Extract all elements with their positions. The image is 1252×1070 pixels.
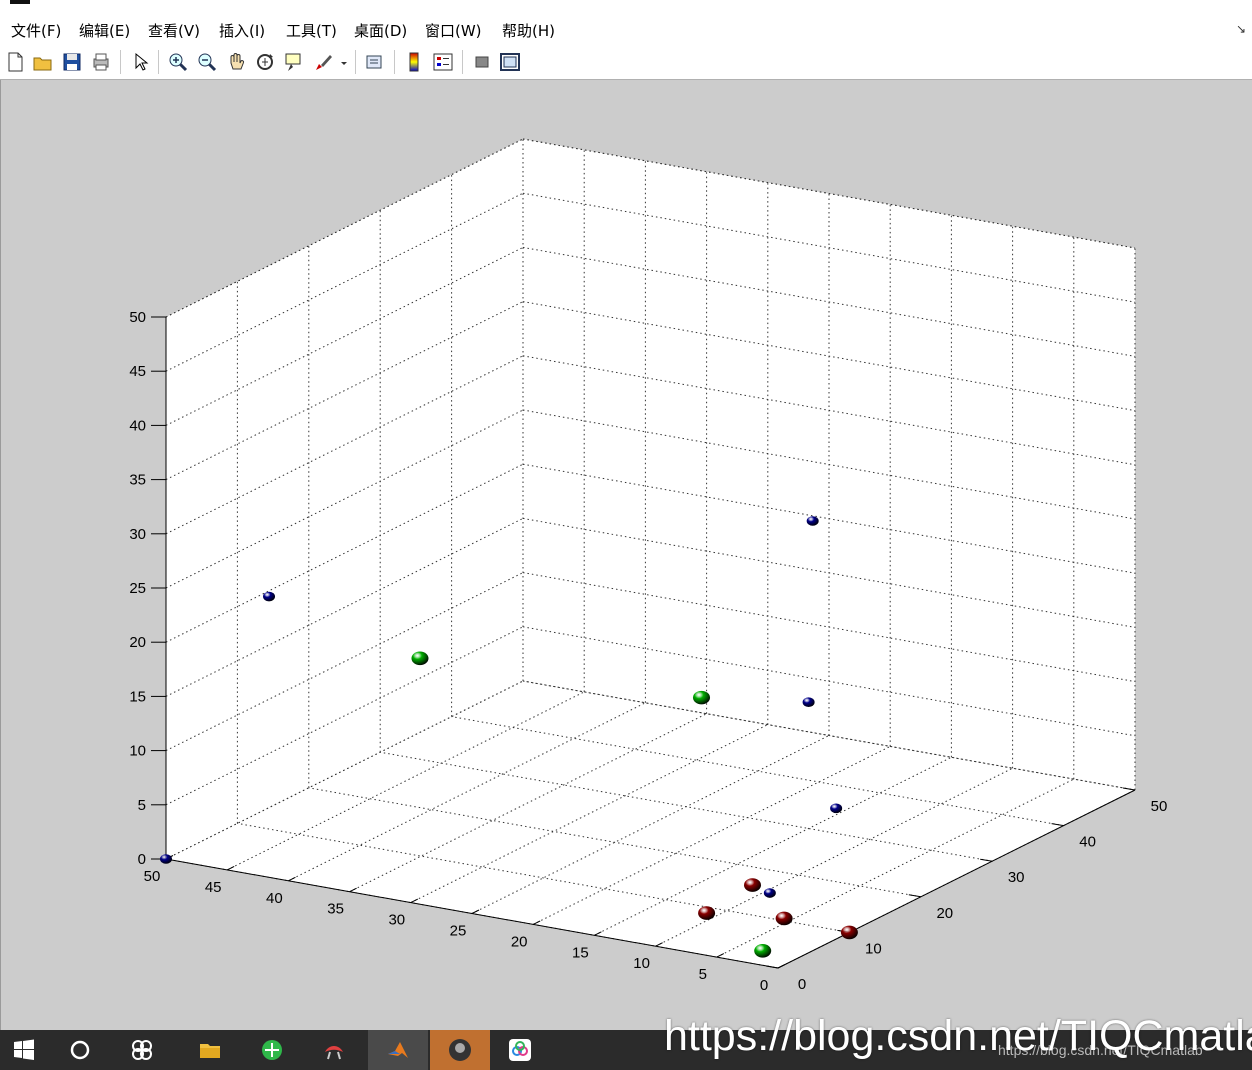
menu-view[interactable]: 查看(V) [148,20,200,41]
app-avatar-icon[interactable] [430,1030,490,1070]
app-cloud-icon[interactable] [496,1030,544,1070]
scatter-point-green[interactable] [693,690,710,705]
menu-help[interactable]: 帮助(H) [502,20,555,41]
y-tick-label: 30 [1008,869,1025,886]
scatter-point-blue[interactable] [263,591,276,602]
browser-green-icon[interactable] [248,1030,296,1070]
x-tick-label: 50 [144,868,161,885]
zoom-in-icon[interactable] [167,51,189,73]
x-tick-label: 20 [511,933,528,950]
file-explorer-icon[interactable] [186,1030,234,1070]
zoom-out-icon[interactable] [196,51,218,73]
figure-window-icon [10,0,30,4]
z-tick-label: 45 [129,363,146,380]
z-tick-label: 0 [138,851,146,868]
figure-canvas[interactable]: 0 5 10 15 20 25 30 35 40 45 50 0 10 20 30 40 50 0 5 10 15 20 2… [0,80,1252,1030]
scatter-point-green[interactable] [411,651,429,666]
z-tick-label: 50 [129,309,146,326]
y-tick-label: 40 [1079,834,1096,851]
menu-bar: 文件(F) 编辑(E) 查看(V) 插入(I) 工具(T) 桌面(D) 窗口(W… [0,14,1252,46]
menu-tools[interactable]: 工具(T) [286,20,337,41]
z-tick-label: 20 [129,634,146,651]
windows-start-icon[interactable] [0,1030,48,1070]
y-tick-label: 20 [936,905,953,922]
scatter-point-blue[interactable] [830,803,843,814]
x-tick-label: 10 [633,955,650,972]
print-icon[interactable] [90,51,112,73]
z-tick-label: 10 [129,743,146,760]
y-tick-label: 50 [1151,798,1168,815]
scatter-point-red[interactable] [840,925,858,940]
scatter-point-blue[interactable] [763,888,776,898]
app-pinwheel-icon[interactable] [118,1030,166,1070]
open-file-icon[interactable] [32,51,54,73]
matlab-icon[interactable] [368,1030,428,1070]
z-tick-label: 30 [129,526,146,543]
window-title-bar [0,0,1252,14]
z-tick-label: 40 [129,417,146,434]
menu-insert[interactable]: 插入(I) [219,20,265,41]
pan-hand-icon[interactable] [225,51,247,73]
scatter-point-red[interactable] [775,911,793,926]
x-tick-label: 30 [388,912,405,929]
figure-toolbar [0,46,1252,80]
y-tick-label: 10 [865,940,882,957]
hide-plot-tools-icon[interactable] [471,51,493,73]
z-tick-label: 15 [129,688,146,705]
legend-icon[interactable] [432,51,454,73]
x-tick-label: 35 [327,901,344,918]
scatter-point-red[interactable] [744,878,761,892]
scatter-point-blue[interactable] [806,516,819,526]
menu-edit[interactable]: 编辑(E) [79,20,130,41]
show-plot-tools-icon[interactable] [499,51,521,73]
scatter-point-red[interactable] [698,906,716,920]
menu-window[interactable]: 窗口(W) [425,20,482,41]
rotate-3d-icon[interactable] [254,51,276,73]
x-tick-label: 0 [760,977,768,994]
x-tick-label: 5 [699,966,707,983]
edit-plot-arrow-icon[interactable] [129,51,151,73]
brush-icon[interactable] [312,51,334,73]
cortana-search-icon[interactable] [56,1030,104,1070]
z-tick-label: 25 [129,580,146,597]
app-red-icon[interactable] [310,1030,358,1070]
x-tick-label: 15 [572,944,589,961]
y-tick-label: 0 [798,976,806,993]
brush-dropdown-icon[interactable] [338,51,350,73]
z-tick-label: 35 [129,472,146,489]
z-tick-label: 5 [138,797,146,814]
x-tick-label: 25 [450,923,467,940]
scatter-point-blue[interactable] [802,697,815,707]
scatter-point-green[interactable] [754,943,772,958]
menu-dock-arrow-icon[interactable]: ↘ [1236,22,1246,36]
link-plot-icon[interactable] [364,51,386,73]
data-cursor-icon[interactable] [283,51,305,73]
x-tick-label: 45 [205,879,222,896]
save-icon[interactable] [61,51,83,73]
watermark-text: https://blog.csdn.net/TIQCmatlab [664,1012,1252,1060]
colorbar-icon[interactable] [403,51,425,73]
scatter-point-blue[interactable] [160,854,172,864]
menu-file[interactable]: 文件(F) [11,20,61,41]
scatter3d-plot[interactable]: 0510152025303540455001020304050051015202… [1,80,1252,1030]
new-figure-icon[interactable] [4,51,26,73]
x-tick-label: 40 [266,890,283,907]
menu-desktop[interactable]: 桌面(D) [354,20,407,41]
